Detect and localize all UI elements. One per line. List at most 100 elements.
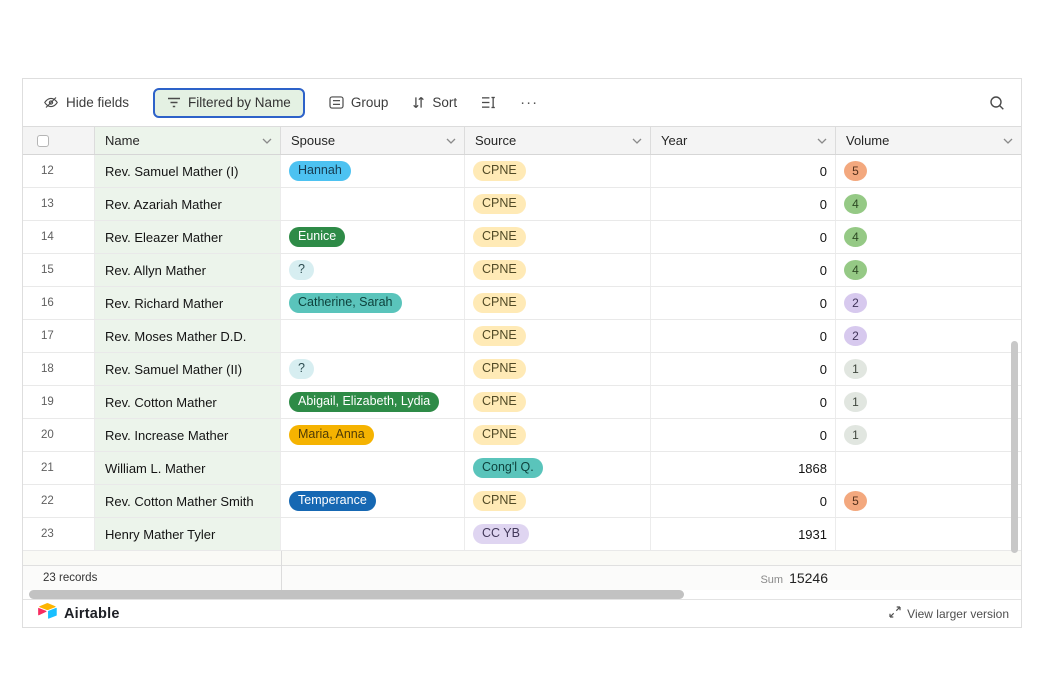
chevron-down-icon[interactable]: [446, 138, 456, 144]
name-cell[interactable]: Rev. Cotton Mather: [95, 386, 281, 418]
spouse-cell[interactable]: Temperance: [281, 485, 465, 517]
name-cell[interactable]: Rev. Allyn Mather: [95, 254, 281, 286]
row-number-cell[interactable]: 15: [23, 254, 95, 286]
horizontal-scrollbar-thumb[interactable]: [29, 590, 684, 599]
year-cell[interactable]: 0: [651, 353, 836, 385]
spouse-cell[interactable]: ?: [281, 353, 465, 385]
spouse-cell[interactable]: ?: [281, 254, 465, 286]
filter-button-label: Filtered by Name: [188, 95, 291, 110]
spouse-cell[interactable]: [281, 518, 465, 550]
column-header-volume[interactable]: Volume: [836, 127, 1021, 154]
year-cell[interactable]: 0: [651, 419, 836, 451]
name-cell[interactable]: Rev. Samuel Mather (II): [95, 353, 281, 385]
year-cell[interactable]: 0: [651, 155, 836, 187]
group-button[interactable]: Group: [329, 95, 389, 110]
name-cell[interactable]: Rev. Azariah Mather: [95, 188, 281, 220]
row-number-cell[interactable]: 17: [23, 320, 95, 352]
row-number-cell[interactable]: 16: [23, 287, 95, 319]
volume-cell[interactable]: [836, 452, 1021, 484]
row-number-cell[interactable]: 14: [23, 221, 95, 253]
volume-cell[interactable]: 1: [836, 419, 1021, 451]
name-cell[interactable]: Rev. Samuel Mather (I): [95, 155, 281, 187]
name-cell[interactable]: Rev. Increase Mather: [95, 419, 281, 451]
spouse-cell[interactable]: Hannah: [281, 155, 465, 187]
spouse-cell[interactable]: Catherine, Sarah: [281, 287, 465, 319]
vertical-scrollbar-thumb[interactable]: [1011, 341, 1018, 553]
name-cell[interactable]: Rev. Richard Mather: [95, 287, 281, 319]
source-cell[interactable]: CPNE: [465, 221, 651, 253]
row-number-cell[interactable]: 18: [23, 353, 95, 385]
chevron-down-icon[interactable]: [1003, 138, 1013, 144]
year-cell[interactable]: 0: [651, 188, 836, 220]
volume-cell[interactable]: 5: [836, 155, 1021, 187]
row-number-cell[interactable]: 21: [23, 452, 95, 484]
view-larger-link[interactable]: View larger version: [889, 606, 1009, 621]
row-number-cell[interactable]: 13: [23, 188, 95, 220]
source-cell[interactable]: CPNE: [465, 188, 651, 220]
volume-cell[interactable]: 2: [836, 320, 1021, 352]
year-sum[interactable]: Sum 15246: [651, 570, 836, 586]
sort-button[interactable]: Sort: [412, 95, 457, 110]
arrows-up-down-icon: [412, 96, 425, 109]
spouse-cell[interactable]: [281, 452, 465, 484]
spouse-cell[interactable]: [281, 320, 465, 352]
column-header-name[interactable]: Name: [95, 127, 281, 154]
name-cell[interactable]: Henry Mather Tyler: [95, 518, 281, 550]
year-cell[interactable]: 0: [651, 254, 836, 286]
volume-cell[interactable]: 1: [836, 386, 1021, 418]
year-cell[interactable]: 0: [651, 386, 836, 418]
volume-cell[interactable]: 1: [836, 353, 1021, 385]
source-cell[interactable]: CPNE: [465, 320, 651, 352]
volume-cell[interactable]: 4: [836, 221, 1021, 253]
airtable-brand-link[interactable]: Airtable: [37, 602, 120, 625]
year-cell[interactable]: 1868: [651, 452, 836, 484]
year-cell[interactable]: 1931: [651, 518, 836, 550]
source-cell[interactable]: CPNE: [465, 386, 651, 418]
year-cell[interactable]: 0: [651, 287, 836, 319]
select-all-checkbox[interactable]: [37, 135, 49, 147]
volume-cell[interactable]: 4: [836, 188, 1021, 220]
row-number-cell[interactable]: 20: [23, 419, 95, 451]
spouse-cell[interactable]: Eunice: [281, 221, 465, 253]
row-number-cell[interactable]: 12: [23, 155, 95, 187]
year-cell[interactable]: 0: [651, 320, 836, 352]
source-cell[interactable]: CPNE: [465, 419, 651, 451]
volume-cell[interactable]: 2: [836, 287, 1021, 319]
chevron-down-icon[interactable]: [817, 138, 827, 144]
volume-cell[interactable]: 4: [836, 254, 1021, 286]
name-cell[interactable]: William L. Mather: [95, 452, 281, 484]
filter-button[interactable]: Filtered by Name: [153, 88, 305, 118]
source-cell[interactable]: CPNE: [465, 155, 651, 187]
source-cell[interactable]: CPNE: [465, 254, 651, 286]
year-cell[interactable]: 0: [651, 485, 836, 517]
more-options-button[interactable]: ···: [520, 94, 538, 111]
row-number-cell[interactable]: 23: [23, 518, 95, 550]
chevron-down-icon[interactable]: [262, 138, 272, 144]
source-cell[interactable]: Cong'l Q.: [465, 452, 651, 484]
search-button[interactable]: [989, 95, 1005, 111]
airtable-logo: [37, 602, 58, 625]
row-height-button[interactable]: [481, 96, 496, 109]
volume-cell[interactable]: 5: [836, 485, 1021, 517]
row-number-cell[interactable]: 19: [23, 386, 95, 418]
record-count: 23 records: [43, 572, 97, 584]
source-cell[interactable]: CPNE: [465, 485, 651, 517]
spouse-cell[interactable]: Abigail, Elizabeth, Lydia: [281, 386, 465, 418]
source-cell[interactable]: CPNE: [465, 287, 651, 319]
column-header-year[interactable]: Year: [651, 127, 836, 154]
column-header-source[interactable]: Source: [465, 127, 651, 154]
name-cell[interactable]: Rev. Cotton Mather Smith: [95, 485, 281, 517]
chevron-down-icon[interactable]: [632, 138, 642, 144]
hide-fields-button[interactable]: Hide fields: [43, 95, 129, 110]
horizontal-scrollbar[interactable]: [23, 590, 1021, 599]
spouse-cell[interactable]: Maria, Anna: [281, 419, 465, 451]
name-cell[interactable]: Rev. Eleazer Mather: [95, 221, 281, 253]
spouse-cell[interactable]: [281, 188, 465, 220]
volume-cell[interactable]: [836, 518, 1021, 550]
source-cell[interactable]: CPNE: [465, 353, 651, 385]
column-header-spouse[interactable]: Spouse: [281, 127, 465, 154]
source-cell[interactable]: CC YB: [465, 518, 651, 550]
year-cell[interactable]: 0: [651, 221, 836, 253]
row-number-cell[interactable]: 22: [23, 485, 95, 517]
name-cell[interactable]: Rev. Moses Mather D.D.: [95, 320, 281, 352]
